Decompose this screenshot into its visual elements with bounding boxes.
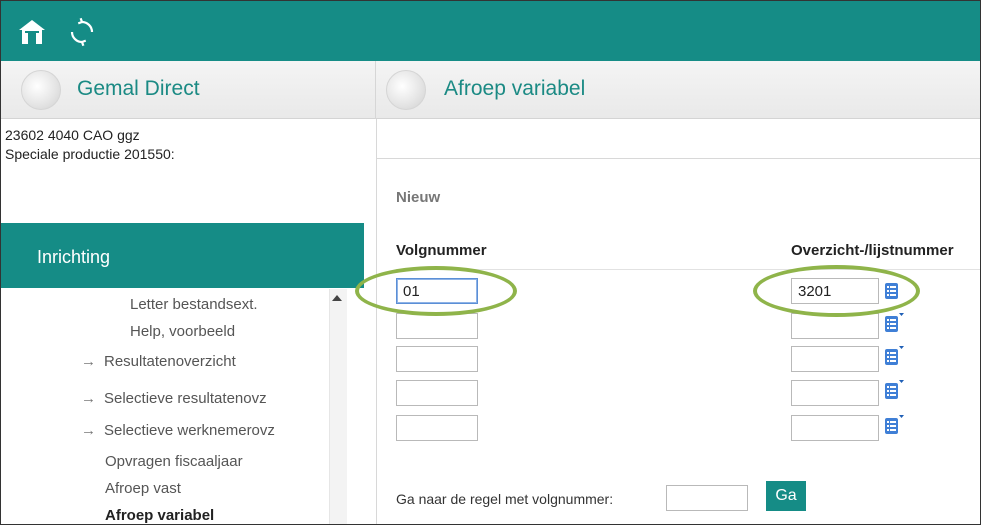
volgnummer-input[interactable] (396, 380, 478, 406)
app-window: Gemal Direct Afroep variabel 23602 4040 … (0, 0, 981, 525)
nav-item-help-voorbeeld[interactable]: Help, voorbeeld (130, 323, 235, 340)
nav-item-opvragen-fiscaaljaar[interactable]: Opvragen fiscaaljaar (105, 453, 243, 470)
nav-item-label: Resultatenoverzicht (104, 353, 236, 370)
lijstnummer-input[interactable] (791, 313, 879, 339)
nav-item-label: Help, voorbeeld (130, 323, 236, 340)
lijstnummer-input[interactable] (791, 278, 879, 304)
arrow-right-icon: → (81, 390, 96, 407)
top-bar (1, 1, 980, 61)
volgnummer-input[interactable] (396, 313, 478, 339)
nav-item-label: Selectieve werknemerovz (104, 422, 275, 439)
volgnummer-input[interactable] (396, 278, 478, 304)
app-title: Gemal Direct (77, 77, 200, 100)
header-rule (396, 269, 980, 270)
nav-item-label: Letter bestandsext. (130, 296, 258, 313)
list-picker-icon[interactable] (884, 345, 904, 367)
nav-item-resultatenoverzicht[interactable]: → Resultatenoverzicht (81, 353, 236, 370)
column-header-volgnummer: Volgnummer (396, 242, 487, 259)
gemal-logo-icon (21, 70, 61, 110)
goto-volgnummer-input[interactable] (666, 485, 748, 511)
arrow-right-icon: → (81, 422, 96, 439)
nav-section-inrichting[interactable]: Inrichting (1, 223, 364, 288)
lijstnummer-input[interactable] (791, 380, 879, 406)
section-divider (377, 158, 980, 159)
lijstnummer-input[interactable] (791, 415, 879, 441)
section-label-nieuw: Nieuw (396, 189, 441, 206)
nav-item-selectieve-werknemerovz[interactable]: → Selectieve werknemerovz (81, 422, 275, 439)
page-title: Afroep variabel (444, 77, 586, 100)
goto-label: Ga naar de regel met volgnummer: (396, 491, 614, 507)
nav-item-letter-bestandsext[interactable]: Letter bestandsext. (130, 296, 258, 313)
nav-item-label: Afroep vast (105, 480, 181, 497)
client-info-line1: 23602 4040 CAO ggz (5, 127, 140, 143)
scroll-up-icon[interactable] (331, 293, 343, 303)
page-logo-icon (386, 70, 426, 110)
lijstnummer-input[interactable] (791, 346, 879, 372)
nav-item-label: Afroep variabel (105, 507, 215, 524)
list-picker-icon[interactable] (884, 312, 904, 334)
nav-item-afroep-variabel[interactable]: Afroep variabel (105, 507, 214, 524)
volgnummer-input[interactable] (396, 415, 478, 441)
list-picker-icon[interactable] (884, 379, 904, 401)
home-icon[interactable] (17, 17, 47, 47)
arrow-right-icon: → (81, 353, 96, 370)
nav-item-selectieve-resultatenovz[interactable]: → Selectieve resultatenovz (81, 390, 267, 407)
header-left: Gemal Direct (1, 61, 376, 119)
header-band: Gemal Direct Afroep variabel (1, 61, 980, 119)
nav-item-afroep-vast[interactable]: Afroep vast (105, 480, 181, 497)
volgnummer-input[interactable] (396, 346, 478, 372)
list-picker-icon[interactable] (884, 280, 904, 302)
client-info-line2: Speciale productie 201550: (5, 146, 175, 162)
nav-scrollbar[interactable] (329, 289, 347, 524)
panel-divider (376, 119, 377, 524)
refresh-icon[interactable] (67, 17, 97, 47)
ga-button[interactable]: Ga (766, 481, 806, 511)
list-picker-icon[interactable] (884, 414, 904, 436)
nav-item-label: Opvragen fiscaaljaar (105, 453, 243, 470)
column-header-lijstnummer: Overzicht-/lijstnummer (791, 242, 954, 259)
nav-item-label: Selectieve resultatenovz (104, 390, 267, 407)
